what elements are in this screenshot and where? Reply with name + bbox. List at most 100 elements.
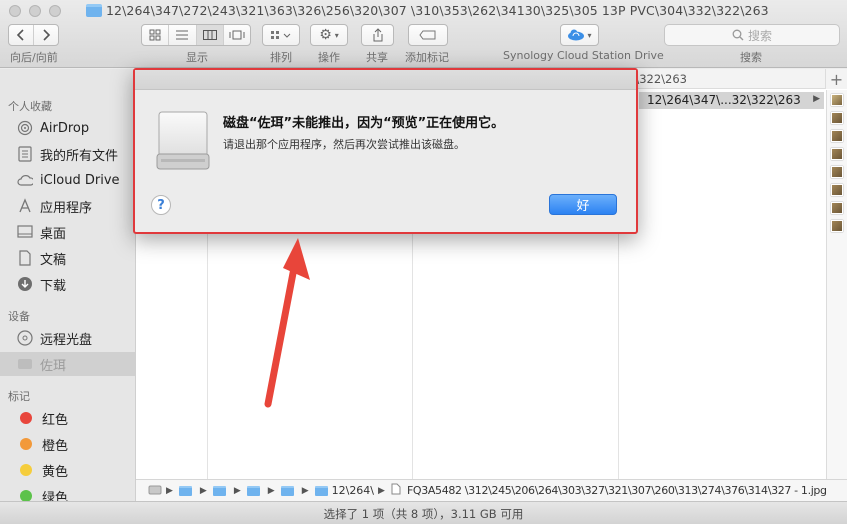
preview-column xyxy=(826,90,847,479)
folder-icon[interactable] xyxy=(280,485,294,496)
cloud-sync-icon xyxy=(568,29,585,41)
view-label: 显示 xyxy=(186,51,208,64)
download-icon xyxy=(17,276,33,292)
cloud-station-button[interactable]: ▾ xyxy=(561,25,598,45)
gallery-view-button[interactable] xyxy=(224,25,250,45)
search-label: 搜索 xyxy=(740,51,762,64)
gallery-icon xyxy=(229,30,245,40)
sidebar-item-tag-orange[interactable]: 橙色 xyxy=(0,432,135,456)
optical-disc-icon xyxy=(17,330,33,346)
folder-icon[interactable] xyxy=(178,485,192,496)
airdrop-icon xyxy=(17,120,33,136)
sidebar-item-icloud-drive[interactable]: iCloud Drive xyxy=(0,168,135,192)
image-thumbnail[interactable] xyxy=(831,130,843,142)
column-header: 2\322\263 xyxy=(618,69,826,89)
path-separator-icon: ▶ xyxy=(378,485,385,496)
add-tag-button[interactable] xyxy=(409,25,447,45)
action-label: 操作 xyxy=(318,51,340,64)
sidebar-item-remote-disc[interactable]: 远程光盘 xyxy=(0,326,135,350)
image-thumbnail[interactable] xyxy=(831,112,843,124)
icon-view-button[interactable] xyxy=(142,25,170,45)
title-bar: 12\264\347\272\243\321\363\326\256\320\3… xyxy=(0,0,847,68)
tag-dot-icon xyxy=(20,464,32,476)
add-tab-button[interactable]: + xyxy=(825,69,847,89)
dialog-message: 请退出那个应用程序，然后再次尝试推出该磁盘。 xyxy=(223,138,465,151)
image-thumbnail[interactable] xyxy=(831,166,843,178)
forward-button[interactable] xyxy=(34,25,58,45)
image-thumbnail[interactable] xyxy=(831,220,843,232)
drive-icon xyxy=(17,356,33,372)
file-icon xyxy=(391,483,401,498)
folder-icon[interactable] xyxy=(212,485,226,496)
path-file-label[interactable]: FQ3A5482 \312\245\206\264\303\327\321\30… xyxy=(407,484,827,497)
share-icon xyxy=(373,28,382,42)
list-view-button[interactable] xyxy=(169,25,197,45)
cloud-station-control[interactable]: ▾ xyxy=(560,24,599,46)
favorites-header: 个人收藏 xyxy=(8,100,52,113)
close-window-button[interactable] xyxy=(9,5,21,17)
cloud-icon xyxy=(17,172,33,188)
folder-name: 12\264\347\...32\322\263 xyxy=(647,93,801,107)
columns-icon xyxy=(202,30,217,40)
chevron-down-icon: ▾ xyxy=(334,30,339,40)
status-bar: 选择了 1 项（共 8 项），3.11 GB 可用 xyxy=(0,501,847,524)
tag-label: 添加标记 xyxy=(405,51,449,64)
back-button[interactable] xyxy=(9,25,34,45)
share-control[interactable] xyxy=(361,24,394,46)
search-icon xyxy=(732,29,744,41)
dialog-title-bar xyxy=(135,70,636,90)
ok-button[interactable]: 好 xyxy=(549,194,617,215)
selected-folder-row[interactable]: 12\264\347\...32\322\263 ▶ xyxy=(639,92,824,109)
sidebar-item-drive[interactable]: 佐珥 xyxy=(0,352,135,376)
tag-control[interactable] xyxy=(408,24,448,46)
path-bar: ▶ ▶ ▶ ▶ ▶ 12\264\ ▶ FQ3A5482 \312\245\20… xyxy=(136,479,847,501)
folder-icon[interactable] xyxy=(246,485,260,496)
disclosure-arrow-icon: ▶ xyxy=(813,94,820,104)
image-thumbnail[interactable] xyxy=(831,94,843,106)
eject-alert-dialog: 磁盘“佐珥”未能推出，因为“预览”正在使用它。 请退出那个应用程序，然后再次尝试… xyxy=(133,68,638,234)
sidebar-item-documents[interactable]: 文稿 xyxy=(0,246,135,270)
back-forward-control xyxy=(8,24,59,46)
image-thumbnail[interactable] xyxy=(831,148,843,160)
devices-header: 设备 xyxy=(8,310,30,323)
path-separator-icon: ▶ xyxy=(301,485,309,496)
search-input[interactable]: 搜索 xyxy=(664,24,840,46)
folder-icon[interactable] xyxy=(314,485,328,496)
image-thumbnail[interactable] xyxy=(831,184,843,196)
share-label: 共享 xyxy=(366,51,388,64)
dialog-title: 磁盘“佐珥”未能推出，因为“预览”正在使用它。 xyxy=(223,116,505,131)
list-icon xyxy=(176,30,189,40)
window-title: 12\264\347\272\243\321\363\326\256\320\3… xyxy=(106,3,769,18)
action-control[interactable]: ⚙ ▾ xyxy=(310,24,348,46)
sort-control[interactable] xyxy=(262,24,300,46)
sort-button[interactable] xyxy=(263,25,299,45)
path-folder-label[interactable]: 12\264\ xyxy=(332,484,374,497)
tag-dot-icon xyxy=(20,438,32,450)
cloud-station-label: Synology Cloud Station Drive xyxy=(503,49,664,62)
sidebar-item-airdrop[interactable]: AirDrop xyxy=(0,116,135,140)
column-view-button[interactable] xyxy=(196,25,224,45)
finder-window: 12\264\347\272\243\321\363\326\256\320\3… xyxy=(0,0,847,524)
share-button[interactable] xyxy=(362,25,393,45)
all-files-icon xyxy=(17,146,33,162)
action-button[interactable]: ⚙ ▾ xyxy=(311,25,347,45)
path-separator-icon: ▶ xyxy=(199,485,207,496)
desktop-icon xyxy=(17,224,33,240)
minimize-window-button[interactable] xyxy=(29,5,41,17)
zoom-window-button[interactable] xyxy=(49,5,61,17)
help-button[interactable]: ? xyxy=(151,195,171,215)
sidebar-item-tag-yellow[interactable]: 黄色 xyxy=(0,458,135,482)
sidebar-item-applications[interactable]: 应用程序 xyxy=(0,194,135,218)
sidebar-item-all-files[interactable]: 我的所有文件 xyxy=(0,142,135,166)
chevron-right-icon xyxy=(43,29,51,41)
image-thumbnail[interactable] xyxy=(831,202,843,214)
nav-label: 向后/向前 xyxy=(10,51,58,64)
gear-icon: ⚙ xyxy=(319,27,332,43)
sidebar-item-tag-red[interactable]: 红色 xyxy=(0,406,135,430)
tags-header: 标记 xyxy=(8,390,30,403)
grid-icon xyxy=(149,29,161,41)
applications-icon xyxy=(17,198,33,214)
drive-icon[interactable] xyxy=(148,484,162,498)
sidebar-item-desktop[interactable]: 桌面 xyxy=(0,220,135,244)
sidebar-item-downloads[interactable]: 下载 xyxy=(0,272,135,296)
